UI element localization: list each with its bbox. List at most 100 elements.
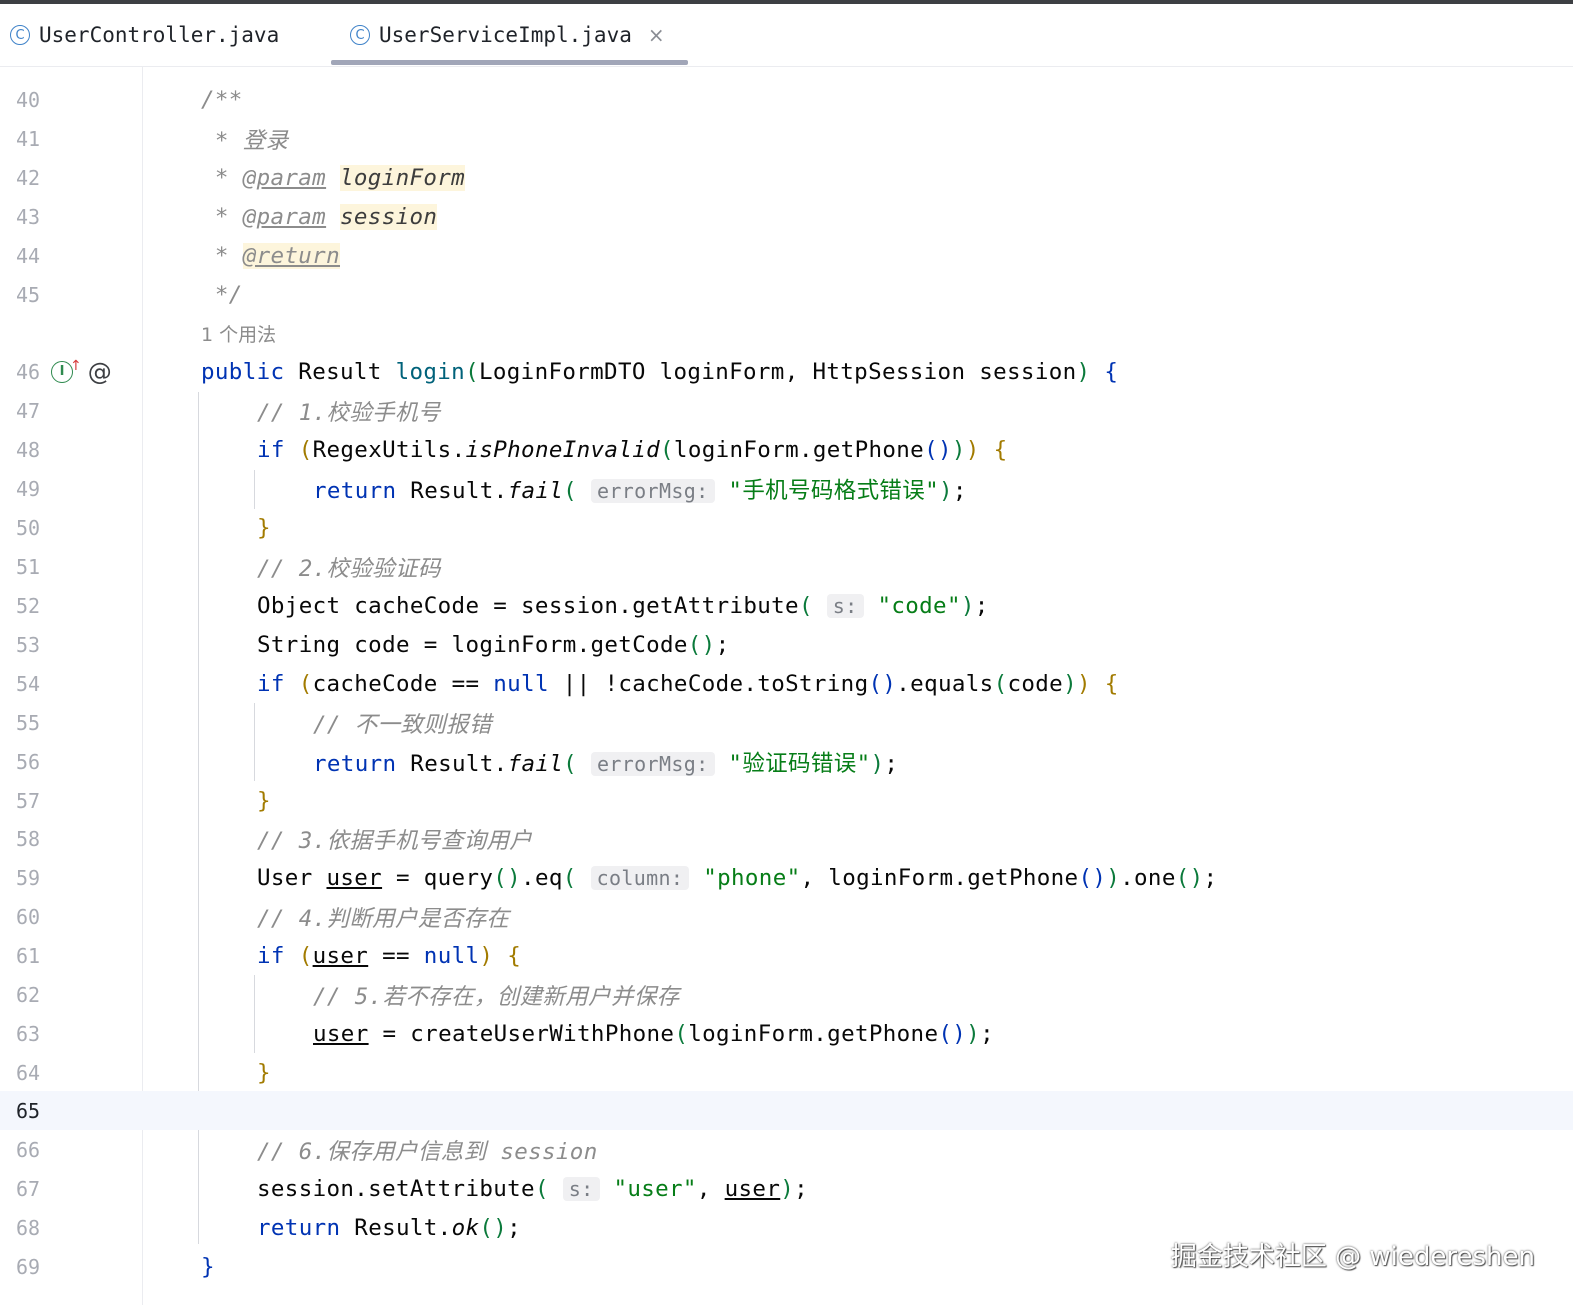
line-number: 53: [16, 632, 41, 657]
code-text: // 2.校验验证码: [257, 555, 441, 582]
tab-user-service-impl[interactable]: C UserServiceImpl.java ×: [350, 4, 665, 66]
line-number: 49: [16, 476, 41, 501]
line-number: 60: [16, 904, 41, 929]
parameter-hint: s:: [826, 593, 864, 618]
line-number: 43: [16, 204, 41, 229]
code-text: user = createUserWithPhone(loginForm.get…: [313, 1020, 994, 1047]
line-number: 41: [16, 126, 41, 151]
line-number: 68: [16, 1215, 41, 1240]
code-text: // 3.依据手机号查询用户: [257, 827, 533, 854]
code-text: }: [257, 787, 271, 814]
usage-hint-line: 1 个用法: [0, 314, 1573, 353]
usage-hint[interactable]: 1 个用法: [201, 320, 276, 347]
code-line: 61 if (user == null) {: [0, 936, 1573, 975]
code-text: // 1.校验手机号: [257, 399, 441, 426]
line-number: 66: [16, 1137, 41, 1162]
line-number: 58: [16, 826, 41, 851]
code-text: session.setAttribute( s: "user", user);: [257, 1175, 809, 1202]
line-number: 65: [16, 1098, 41, 1123]
line-number: 67: [16, 1176, 41, 1201]
code-text: return Result.fail( errorMsg: "验证码错误");: [313, 750, 899, 777]
code-text: return Result.ok();: [257, 1214, 522, 1241]
parameter-hint: column:: [590, 865, 690, 890]
code-text: if (RegexUtils.isPhoneInvalid(loginForm.…: [257, 436, 1008, 463]
code-line: 45 */: [0, 275, 1573, 314]
tab-label: UserServiceImpl.java: [379, 23, 632, 47]
tab-label: UserController.java: [39, 23, 280, 47]
code-text: public Result login(LoginFormDTO loginFo…: [201, 358, 1119, 385]
line-number: 56: [16, 749, 41, 774]
line-number: 40: [16, 87, 41, 112]
code-line: 59 User user = query().eq( column: "phon…: [0, 858, 1573, 897]
active-tab-indicator: [331, 60, 688, 65]
code-text: if (cacheCode == null || !cacheCode.toSt…: [257, 670, 1119, 697]
code-line: 56 return Result.fail( errorMsg: "验证码错误"…: [0, 742, 1573, 781]
watermark: 掘金技术社区 @ wiedereshen: [1170, 1242, 1535, 1272]
line-number: 64: [16, 1060, 41, 1085]
code-text: Object cacheCode = session.getAttribute(…: [257, 592, 989, 619]
line-number: 44: [16, 243, 41, 268]
line-number: 50: [16, 515, 41, 540]
code-text: * @param session: [201, 203, 438, 230]
code-line: 52 Object cacheCode = session.getAttribu…: [0, 586, 1573, 625]
line-number: 62: [16, 982, 41, 1007]
code-line: 44 * @return: [0, 236, 1573, 275]
code-text: User user = query().eq( column: "phone",…: [257, 864, 1218, 891]
line-number: 51: [16, 554, 41, 579]
code-line: 47 // 1.校验手机号: [0, 391, 1573, 430]
line-number: 48: [16, 437, 41, 462]
code-line: 46 I ↑ @ public Result login(LoginFormDTO…: [0, 352, 1573, 391]
code-line: 41 * 登录: [0, 119, 1573, 158]
code-text: * 登录: [201, 127, 289, 154]
line-number: 61: [16, 943, 41, 968]
code-text: String code = loginForm.getCode();: [257, 631, 730, 658]
code-text: // 不一致则报错: [313, 711, 492, 738]
line-number: 69: [16, 1254, 41, 1279]
code-text: }: [257, 1059, 271, 1086]
line-number: 57: [16, 788, 41, 813]
implements-icon[interactable]: I ↑ @: [51, 352, 112, 391]
code-text: * @return: [201, 242, 340, 269]
code-text: // 6.保存用户信息到 session: [257, 1138, 598, 1165]
editor-tab-bar: C UserController.java C UserServiceImpl.…: [0, 4, 1573, 67]
code-text: // 5.若不存在，创建新用户并保存: [313, 983, 680, 1010]
code-line: 63 user = createUserWithPhone(loginForm.…: [0, 1014, 1573, 1053]
java-class-icon: C: [10, 25, 30, 45]
close-icon[interactable]: ×: [648, 23, 665, 47]
line-number: 54: [16, 671, 41, 696]
code-line: 42 * @param loginForm: [0, 158, 1573, 197]
code-line: 54 if (cacheCode == null || !cacheCode.t…: [0, 664, 1573, 703]
code-line: 43 * @param session: [0, 197, 1573, 236]
parameter-hint: errorMsg:: [590, 751, 715, 776]
tab-user-controller[interactable]: C UserController.java: [10, 4, 279, 66]
code-line: 40 /**: [0, 80, 1573, 119]
parameter-hint: s:: [562, 1176, 600, 1201]
code-text: /**: [201, 86, 243, 113]
code-text: // 4.判断用户是否存在: [257, 905, 510, 932]
line-number: 63: [16, 1021, 41, 1046]
java-class-icon: C: [350, 25, 370, 45]
code-line: 50 }: [0, 508, 1573, 547]
line-number: 59: [16, 865, 41, 890]
current-line: 65: [0, 1091, 1573, 1130]
code-text: }: [201, 1253, 215, 1280]
code-line: 66 // 6.保存用户信息到 session: [0, 1130, 1573, 1169]
code-line: 60 // 4.判断用户是否存在: [0, 897, 1573, 936]
code-text: return Result.fail( errorMsg: "手机号码格式错误"…: [313, 477, 967, 504]
code-line: 49 return Result.fail( errorMsg: "手机号码格式…: [0, 469, 1573, 508]
line-number: 47: [16, 398, 41, 423]
code-text: * @param loginForm: [201, 164, 466, 191]
line-number: 45: [16, 282, 41, 307]
code-line: 62 // 5.若不存在，创建新用户并保存: [0, 975, 1573, 1014]
annotation-icon[interactable]: @: [88, 358, 112, 386]
code-line: 57 }: [0, 781, 1573, 820]
code-text: */: [201, 281, 243, 308]
parameter-hint: errorMsg:: [590, 478, 715, 503]
code-line: 53 String code = loginForm.getCode();: [0, 625, 1573, 664]
line-number: 52: [16, 593, 41, 618]
code-text: }: [257, 514, 271, 541]
code-line: 64 }: [0, 1053, 1573, 1092]
code-text: if (user == null) {: [257, 942, 522, 969]
code-line: 58 // 3.依据手机号查询用户: [0, 819, 1573, 858]
code-line: 48 if (RegexUtils.isPhoneInvalid(loginFo…: [0, 430, 1573, 469]
